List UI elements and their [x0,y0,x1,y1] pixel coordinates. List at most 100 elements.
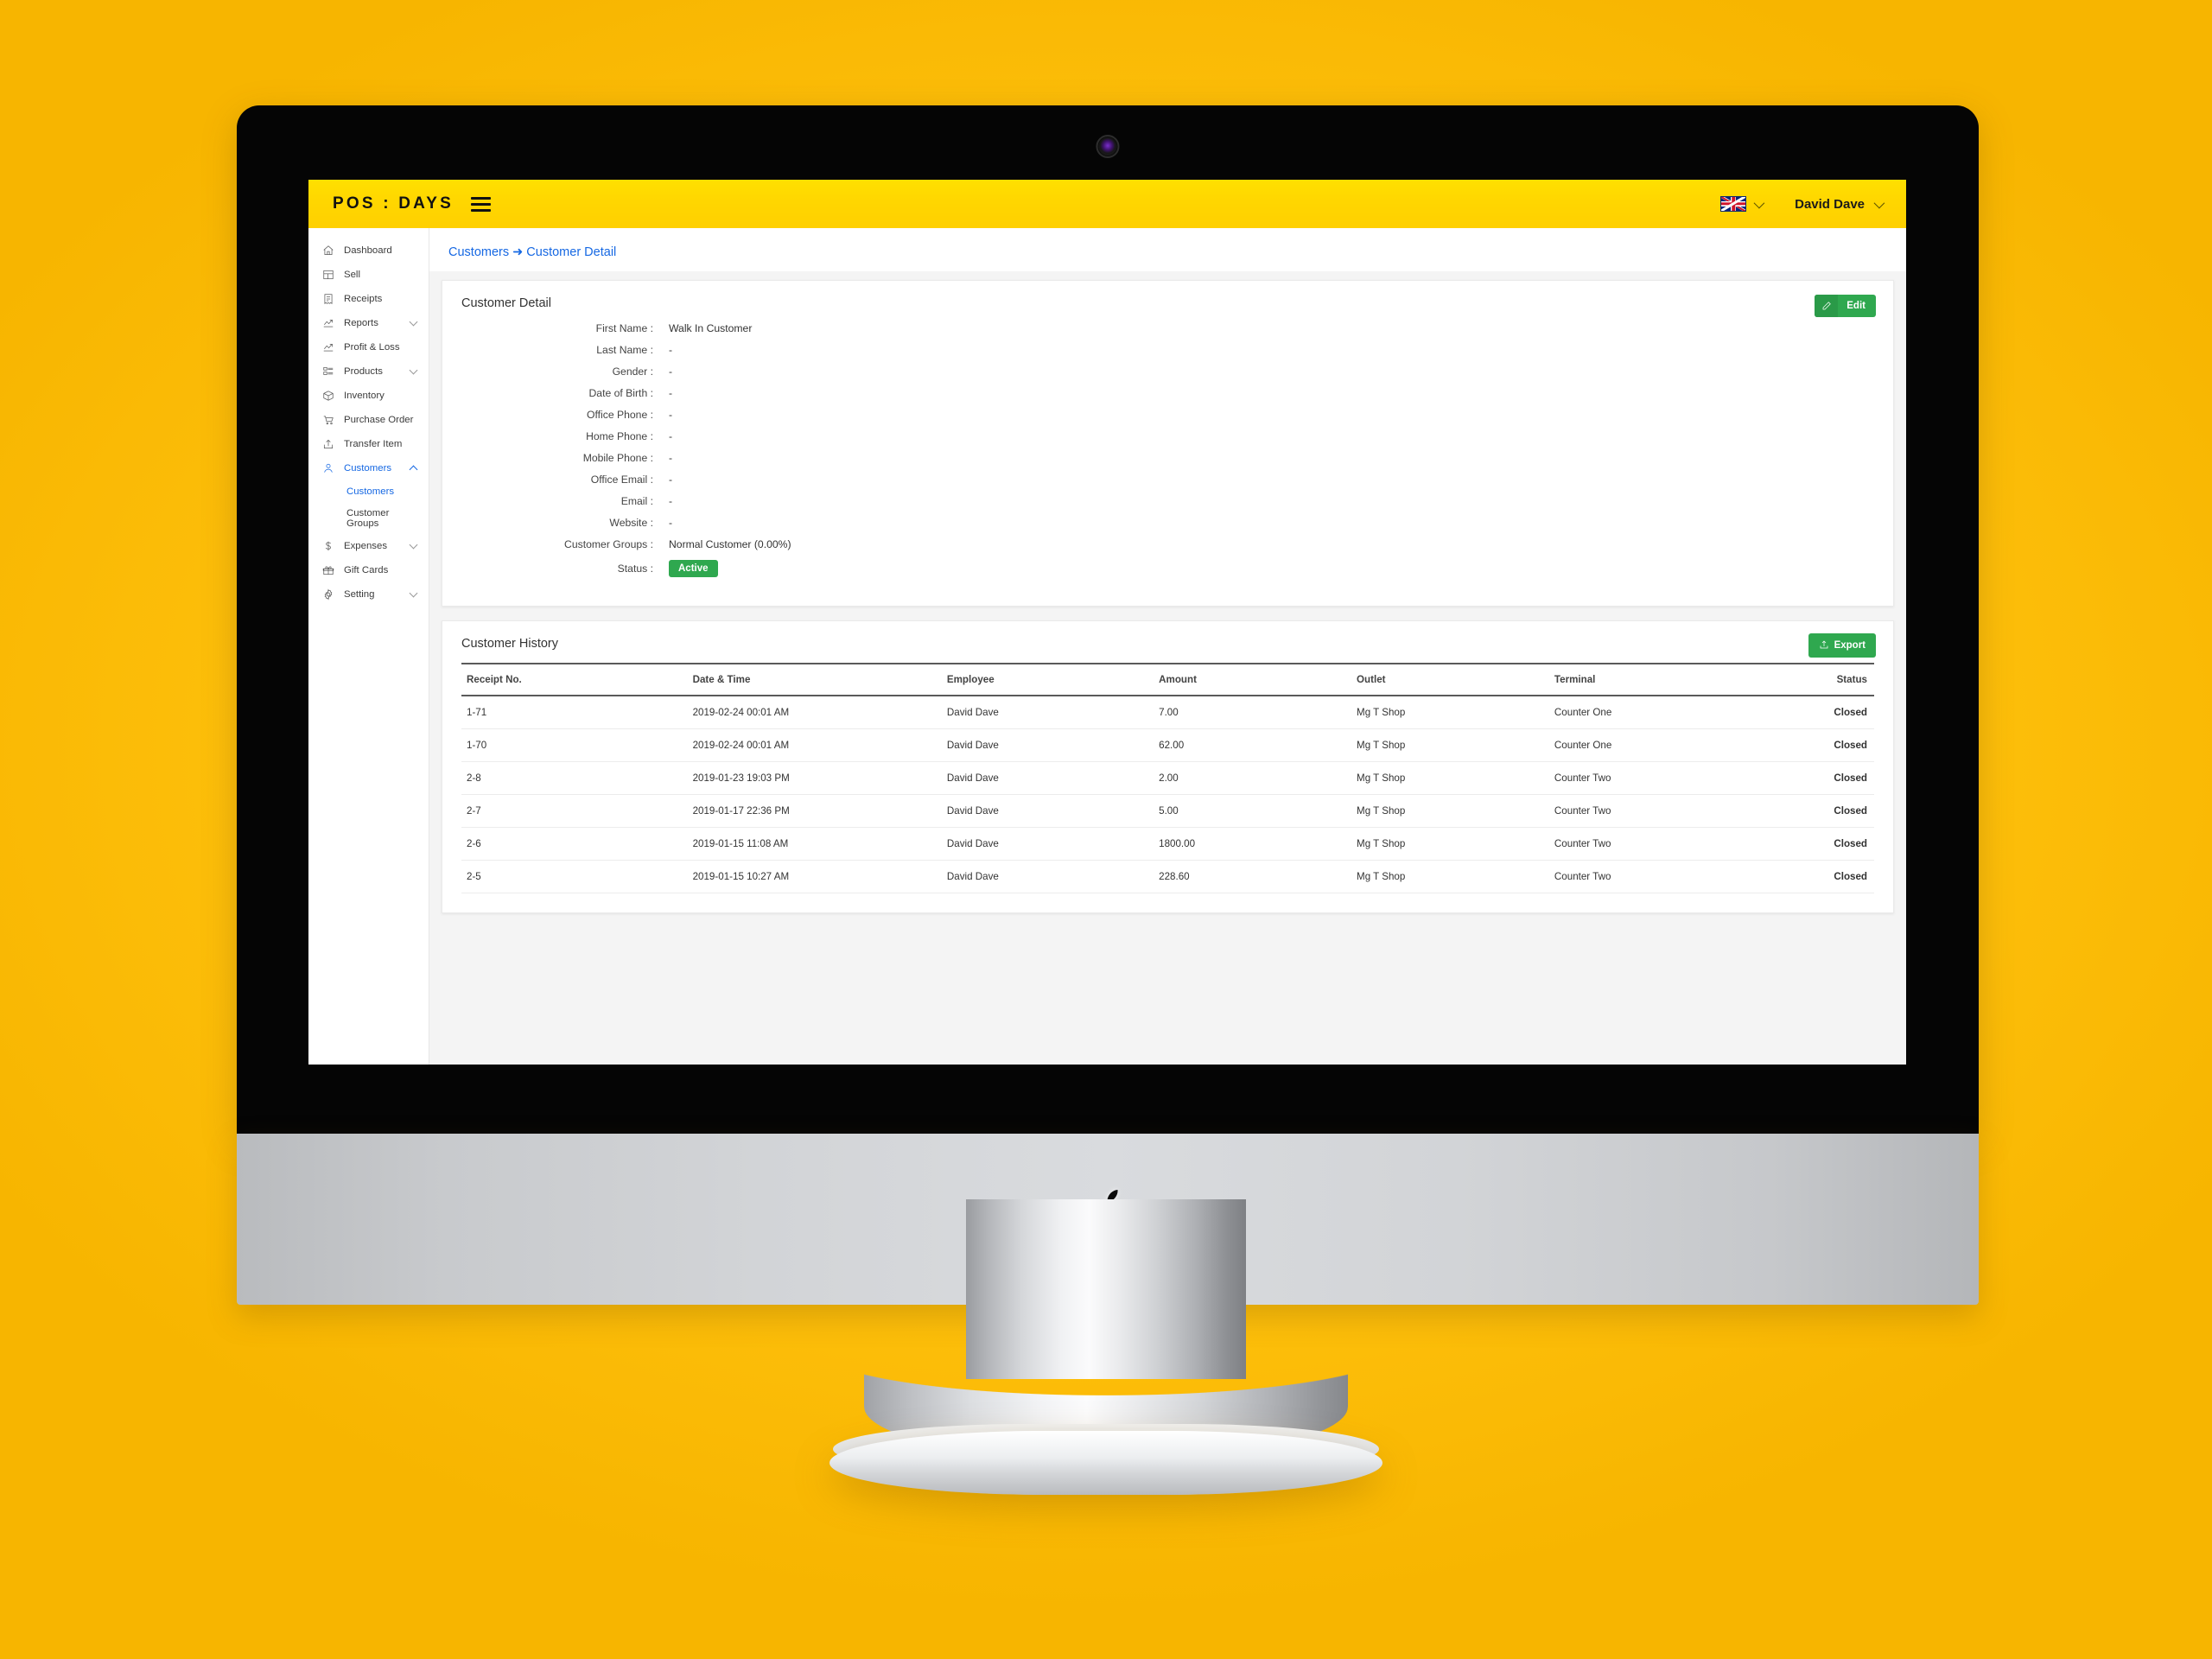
user-menu[interactable]: David Dave [1795,196,1885,212]
customer-history-card: Customer History Export Receipt No. Date… [442,620,1894,913]
table-body: 1-71 2019-02-24 00:01 AM David Dave 7.00… [461,696,1874,893]
sidebar-item-label: Receipts [344,294,383,304]
sidebar-item-products[interactable]: Products [308,359,429,384]
sidebar-item-sell[interactable]: Sell [308,263,429,287]
cell-status: Closed [1761,696,1874,729]
sidebar-item-setting[interactable]: Setting [308,582,429,607]
breadcrumb[interactable]: Customers ➜ Customer Detail [429,228,1906,271]
column-header-employee[interactable]: Employee [941,663,1154,696]
cell-employee: David Dave [941,728,1154,762]
cell-status: Closed [1761,728,1874,762]
monitor-bezel: POS : DAYS David Dave Dashboard Sell Rec… [237,105,1979,1134]
cell-outlet: Mg T Shop [1351,696,1549,729]
cell-status: Closed [1761,860,1874,893]
sidebar-item-label: Gift Cards [344,565,389,575]
detail-row: Customer Groups : Normal Customer (0.00%… [461,538,1874,550]
chevron-down-icon [409,588,418,598]
edit-button-label: Edit [1847,301,1866,311]
sidebar-item-inventory[interactable]: Inventory [308,384,429,408]
sidebar-item-customers[interactable]: Customers [308,456,429,480]
cell-employee: David Dave [941,794,1154,828]
field-value: Walk In Customer [669,322,753,334]
cell-outlet: Mg T Shop [1351,794,1549,828]
cell-datetime: 2019-01-15 11:08 AM [687,827,942,861]
chevron-down-icon [409,317,418,327]
sidebar-item-label: Inventory [344,391,385,401]
cell-amount: 228.60 [1154,860,1352,893]
sidebar-subitem-customers[interactable]: Customers [308,480,429,502]
field-label: Date of Birth : [588,387,653,399]
dollar-icon [321,540,334,553]
field-value: - [669,517,673,529]
table-row[interactable]: 1-71 2019-02-24 00:01 AM David Dave 7.00… [461,696,1874,729]
sidebar-item-transfer-item[interactable]: Transfer Item [308,432,429,456]
field-label: Customer Groups : [564,538,653,550]
page-title: Customer Detail [461,296,551,310]
field-label: Website : [609,517,653,529]
sidebar-item-profit-loss[interactable]: Profit & Loss [308,335,429,359]
field-value: - [669,452,673,464]
cell-status: Closed [1761,827,1874,861]
upload-icon [1819,639,1829,652]
customer-history-table: Receipt No. Date & Time Employee Amount … [461,663,1874,893]
box-icon [321,390,334,403]
cell-terminal: Counter One [1548,696,1762,729]
home-icon [321,245,334,257]
header-right-group: David Dave [1720,196,1885,212]
sidebar-subitem-customer-groups[interactable]: Customer Groups [308,502,429,534]
field-label: Mobile Phone : [582,452,653,464]
field-label: Office Email : [590,474,653,486]
column-header-terminal[interactable]: Terminal [1548,663,1762,696]
sidebar-item-label: Reports [344,318,378,328]
table-row[interactable]: 2-8 2019-01-23 19:03 PM David Dave 2.00 … [461,761,1874,795]
sidebar-item-gift-cards[interactable]: Gift Cards [308,558,429,582]
sidebar-item-reports[interactable]: Reports [308,311,429,335]
table-row[interactable]: 1-70 2019-02-24 00:01 AM David Dave 62.0… [461,728,1874,762]
sidebar-item-receipts[interactable]: Receipts [308,287,429,311]
detail-row: Office Phone : - [461,409,1874,421]
trending-up-icon [321,341,334,354]
sidebar-item-purchase-order[interactable]: Purchase Order [308,408,429,432]
sidebar-item-label: Sell [344,270,360,280]
uk-flag-icon [1720,196,1747,212]
field-label: Email : [620,495,653,507]
share-icon [321,438,334,451]
cell-outlet: Mg T Shop [1351,761,1549,795]
detail-row: Home Phone : - [461,430,1874,442]
webcam-icon [1099,138,1116,155]
cell-amount: 62.00 [1154,728,1352,762]
cart-icon [321,414,334,427]
detail-row: Date of Birth : - [461,387,1874,399]
sidebar-item-label: Products [344,366,383,377]
column-header-amount[interactable]: Amount [1154,663,1352,696]
table-row[interactable]: 2-6 2019-01-15 11:08 AM David Dave 1800.… [461,827,1874,861]
sidebar-item-label: Customers [344,463,392,474]
chevron-down-icon [409,365,418,375]
chevron-up-icon [409,465,418,474]
sidebar-item-expenses[interactable]: Expenses [308,534,429,558]
edit-button[interactable]: Edit [1815,295,1876,317]
column-header-status[interactable]: Status [1761,663,1874,696]
column-header-datetime[interactable]: Date & Time [687,663,942,696]
cell-terminal: Counter Two [1548,761,1762,795]
hamburger-icon[interactable] [471,196,492,212]
cell-employee: David Dave [941,696,1154,729]
export-button[interactable]: Export [1808,633,1876,658]
table-row[interactable]: 2-5 2019-01-15 10:27 AM David Dave 228.6… [461,860,1874,893]
cell-receipt: 1-70 [461,728,688,762]
detail-row: Website : - [461,517,1874,529]
language-selector[interactable] [1720,196,1765,212]
column-header-receipt[interactable]: Receipt No. [461,663,688,696]
field-label: Home Phone : [586,430,653,442]
table-row[interactable]: 2-7 2019-01-17 22:36 PM David Dave 5.00 … [461,794,1874,828]
user-icon [321,462,334,475]
brand-logo[interactable]: POS : DAYS [333,194,454,213]
receipt-icon [321,293,334,306]
sidebar-item-dashboard[interactable]: Dashboard [308,238,429,263]
field-value: Normal Customer (0.00%) [669,538,791,550]
column-header-outlet[interactable]: Outlet [1351,663,1549,696]
user-name-label: David Dave [1795,196,1865,212]
cell-datetime: 2019-02-24 00:01 AM [687,728,942,762]
cell-datetime: 2019-02-24 00:01 AM [687,696,942,729]
cell-status: Closed [1761,761,1874,795]
